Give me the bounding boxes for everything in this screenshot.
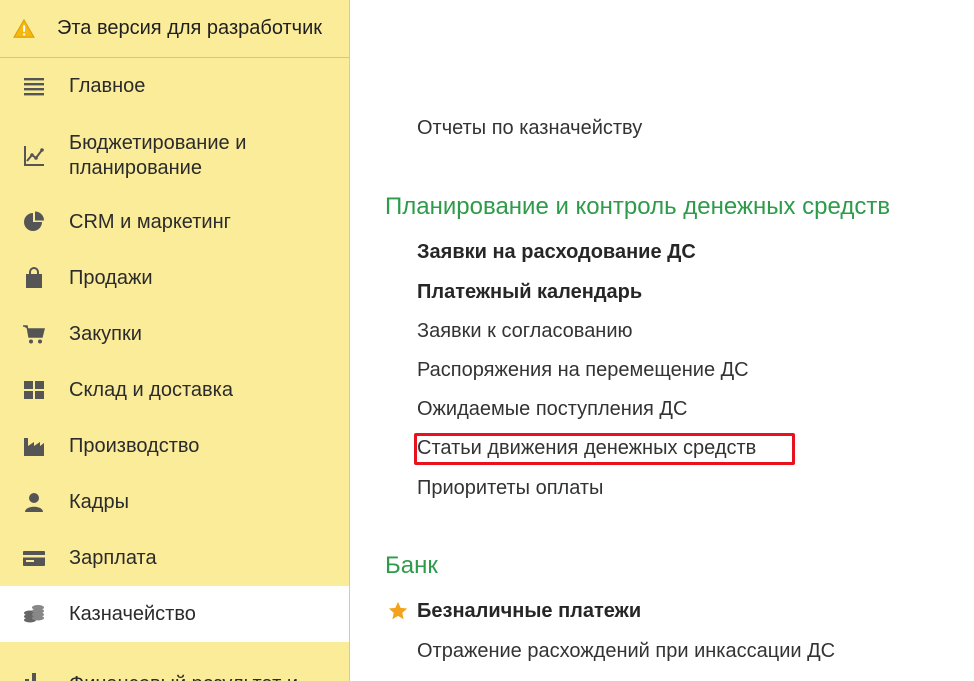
expense-requests-link[interactable]: Заявки на расходование ДС [417,241,696,264]
shopping-bag-icon [21,265,47,291]
sidebar-item-budgeting[interactable]: Бюджетирование и планирование [0,114,349,198]
sidebar-item-treasury[interactable]: Казначейство [0,586,349,642]
sidebar-item-label: Закупки [69,322,142,345]
sidebar-item-sales[interactable]: Продажи [0,250,349,306]
budget-chart-icon [21,143,47,169]
sidebar-item-label: Казначейство [69,602,196,625]
sidebar-item-label: Склад и доставка [69,378,233,401]
factory-icon [21,433,47,459]
sidebar-item-label: Финансовый результат и [69,672,339,681]
menu-lines-icon [21,73,47,99]
pie-chart-icon [21,209,47,235]
transfer-orders-link[interactable]: Распоряжения на перемещение ДС [417,359,749,382]
coins-icon [21,601,47,627]
sidebar-item-label: Производство [69,434,200,457]
person-icon [21,489,47,515]
expected-receipts-link[interactable]: Ожидаемые поступления ДС [417,398,687,421]
sidebar-item-salary[interactable]: Зарплата [0,530,349,586]
wallet-icon [21,545,47,571]
collection-discrepancies-link[interactable]: Отражение расхождений при инкассации ДС [417,640,835,663]
sidebar-item-hr[interactable]: Кадры [0,474,349,530]
sidebar-item-financial-result[interactable]: Финансовый результат и [0,642,349,681]
warning-text: Эта версия для разработчик [57,17,322,39]
sidebar-item-warehouse[interactable]: Склад и доставка [0,362,349,418]
cash-flow-items-link[interactable]: Статьи движения денежных средств [417,437,756,460]
section-content: Отчеты по казначейству Планирование и ко… [350,0,974,681]
finance-chart-icon [21,668,47,681]
warning-icon [13,18,35,38]
bank-section-title: Банк [385,552,438,579]
sidebar-item-label: Кадры [69,490,129,513]
payment-priorities-link[interactable]: Приоритеты оплаты [417,477,603,500]
sidebar-item-label: Главное [69,74,146,97]
sidebar-item-crm[interactable]: CRM и маркетинг [0,194,349,250]
approval-requests-link[interactable]: Заявки к согласованию [417,320,633,343]
sidebar-item-purchases[interactable]: Закупки [0,306,349,362]
cart-icon [21,321,47,347]
sidebar-item-main[interactable]: Главное [0,58,349,114]
warehouse-grid-icon [21,377,47,403]
favorite-star-icon[interactable] [387,600,409,622]
planning-section-title: Планирование и контроль денежных средств [385,193,891,220]
sidebar-item-label: Зарплата [69,546,157,569]
sidebar-item-label: Бюджетирование и планирование [69,132,247,179]
treasury-reports-link[interactable]: Отчеты по казначейству [417,117,642,140]
developer-version-warning[interactable]: Эта версия для разработчик [0,0,349,58]
sidebar-item-production[interactable]: Производство [0,418,349,474]
sidebar: Эта версия для разработчик Главное Бюдже… [0,0,350,681]
sidebar-item-label: CRM и маркетинг [69,210,231,233]
cashless-payments-link[interactable]: Безналичные платежи [417,600,641,623]
sidebar-item-label: Продажи [69,266,153,289]
app-window: Эта версия для разработчик Главное Бюдже… [0,0,974,681]
payment-calendar-link[interactable]: Платежный календарь [417,281,642,304]
